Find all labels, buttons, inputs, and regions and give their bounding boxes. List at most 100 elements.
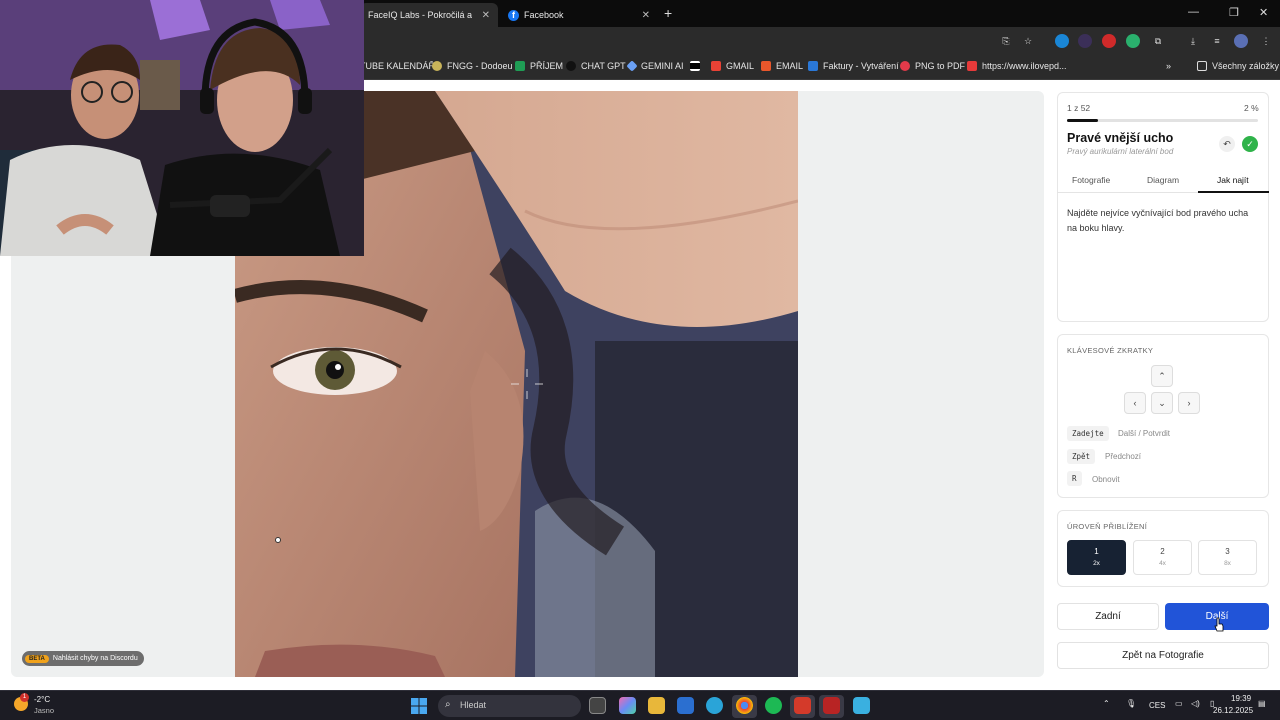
gmail-icon	[711, 61, 721, 71]
window-close-icon[interactable]: ✕	[1259, 6, 1268, 19]
avatar[interactable]	[1234, 34, 1248, 48]
tab-title: FaceIQ Labs - Pokročilá analýza	[368, 10, 472, 20]
network-icon[interactable]: ▭	[1175, 699, 1183, 708]
tab-diagram[interactable]: Diagram	[1147, 175, 1179, 185]
zoom-level-scale: 4x	[1159, 560, 1166, 567]
edge-icon[interactable]	[706, 697, 723, 714]
notification-icon[interactable]: ▤	[1258, 699, 1266, 708]
email-icon	[761, 61, 771, 71]
app-icon[interactable]	[823, 697, 840, 714]
extension-icon[interactable]	[1102, 34, 1116, 48]
close-icon[interactable]: ✕	[642, 10, 650, 21]
bookmark-item[interactable]: GEMINI AI	[626, 60, 684, 72]
windows-start-icon[interactable]	[411, 698, 427, 714]
facebook-icon: f	[508, 9, 519, 21]
extension-icon[interactable]	[1055, 34, 1069, 48]
tab-faceiq[interactable]: FaceIQ Labs - Pokročilá analýza ✕	[360, 3, 498, 27]
zoom-level-scale: 8x	[1224, 560, 1231, 567]
spotify-icon[interactable]	[765, 697, 782, 714]
zoom-level-3-button[interactable]: 3 8x	[1198, 540, 1257, 575]
back-key-badge: Zpět	[1067, 449, 1096, 464]
progress-count: 1 z 52	[1067, 103, 1091, 113]
confirm-check-icon[interactable]: ✓	[1242, 136, 1258, 152]
arrow-down-key[interactable]: ⌄	[1151, 392, 1173, 414]
report-bugs-pill[interactable]: BETA Nahlásit chyby na Discordu	[22, 651, 144, 666]
back-button[interactable]: Zadní	[1057, 603, 1159, 630]
menu-icon[interactable]: ⋮	[1259, 34, 1273, 48]
zoom-level-1-button[interactable]: 1 2x	[1067, 540, 1126, 575]
maximize-icon[interactable]: ❐	[1229, 6, 1239, 19]
folder-icon	[1197, 61, 1207, 71]
zoom-level-2-button[interactable]: 2 4x	[1133, 540, 1192, 575]
clock-time[interactable]: 19:39	[1231, 694, 1251, 703]
copilot-icon[interactable]	[619, 697, 636, 714]
bookmark-icon	[690, 61, 700, 71]
bookmark-item[interactable]: GMAIL	[711, 61, 754, 71]
openai-icon	[566, 61, 576, 71]
new-tab-button[interactable]: +	[664, 5, 672, 21]
zoom-heading: ÚROVEŇ PŘIBLÍŽENÍ	[1067, 522, 1148, 531]
microphone-icon[interactable]: 🎙	[1126, 699, 1136, 708]
extension-icon[interactable]	[1078, 34, 1092, 48]
back-key-desc: Předchozí	[1105, 452, 1142, 461]
hand-cursor-icon	[1214, 617, 1224, 632]
search-placeholder: Hledat	[460, 700, 487, 710]
minimize-icon[interactable]: —	[1188, 6, 1199, 18]
taskbar-search[interactable]: ⌕ Hledat	[438, 695, 581, 717]
back-to-photos-button[interactable]: Zpět na Fotografie	[1057, 642, 1269, 669]
zoom-level-number: 2	[1160, 547, 1165, 556]
arrow-left-key[interactable]: ‹	[1124, 392, 1146, 414]
reset-key-badge: R	[1067, 471, 1082, 486]
app-icon[interactable]	[794, 697, 811, 714]
bookmark-item[interactable]: Faktury - Vytváření	[808, 61, 899, 71]
progress-bar	[1067, 119, 1258, 122]
bookmark-item[interactable]: PNG to PDF	[900, 61, 965, 71]
media-icon[interactable]: ≡	[1210, 34, 1224, 48]
arrow-right-key[interactable]: ›	[1178, 392, 1200, 414]
enter-key-desc: Další / Potvrdit	[1118, 429, 1171, 438]
search-icon: ⌕	[445, 699, 451, 710]
volume-icon[interactable]: ◁)	[1191, 699, 1200, 708]
more-bookmarks-icon[interactable]: »	[1166, 61, 1171, 71]
fngg-icon	[432, 61, 442, 71]
bookmark-item[interactable]: FNGG - Dodoeu	[432, 61, 513, 71]
report-bugs-text: Nahlásit chyby na Discordu	[52, 655, 138, 662]
chevron-up-icon[interactable]: ⌃	[1103, 699, 1110, 708]
tab-how-to-find[interactable]: Jak najít	[1217, 175, 1249, 185]
translate-icon[interactable]: ⎘	[999, 34, 1013, 48]
download-icon[interactable]: ⤓	[1186, 34, 1200, 48]
bookmark-item[interactable]: EMAIL	[761, 61, 803, 71]
landmark-title: Pravé vnější ucho	[1067, 131, 1174, 145]
screen: FaceIQ Labs - Pokročilá analýza ✕ f Face…	[0, 0, 1280, 720]
active-tab-indicator	[1198, 191, 1269, 193]
zoom-level-number: 1	[1094, 547, 1099, 556]
bookmark-item[interactable]	[690, 61, 705, 71]
notepad-icon[interactable]	[853, 697, 870, 714]
tab-photos[interactable]: Fotografie	[1072, 175, 1110, 185]
outlook-icon[interactable]	[677, 697, 694, 714]
file-explorer-icon[interactable]	[648, 697, 665, 714]
heart-icon	[900, 61, 910, 71]
clock-date[interactable]: 26.12.2025	[1213, 706, 1253, 715]
undo-button[interactable]: ↶	[1219, 136, 1235, 152]
all-bookmarks[interactable]: Všechny záložky	[1197, 61, 1279, 71]
language-indicator[interactable]: CES	[1149, 701, 1165, 710]
bookmark-item[interactable]: TUBE KALENDÁŘ	[360, 61, 435, 71]
beta-badge: BETA	[25, 654, 49, 663]
progress-fill	[1067, 119, 1098, 122]
task-view-icon[interactable]	[589, 697, 606, 714]
star-icon[interactable]: ☆	[1021, 34, 1035, 48]
ilovepdf-icon	[967, 61, 977, 71]
chrome-icon[interactable]	[736, 697, 753, 714]
panel-tabs: Fotografie Diagram Jak najít	[1057, 169, 1269, 193]
reset-key-desc: Obnovit	[1092, 475, 1120, 484]
zoom-level-number: 3	[1225, 547, 1230, 556]
tab-facebook[interactable]: f Facebook ✕	[500, 3, 658, 27]
bookmark-item[interactable]: https://www.ilovepd...	[967, 61, 1067, 71]
bookmark-item[interactable]: PŘÍJEM	[515, 61, 563, 71]
arrow-up-key[interactable]: ⌃	[1151, 365, 1173, 387]
extension-icon[interactable]	[1126, 34, 1140, 48]
bookmark-item[interactable]: CHAT GPT	[566, 61, 626, 71]
extensions-puzzle-icon[interactable]: ⧉	[1151, 34, 1165, 48]
close-icon[interactable]: ✕	[482, 10, 490, 21]
